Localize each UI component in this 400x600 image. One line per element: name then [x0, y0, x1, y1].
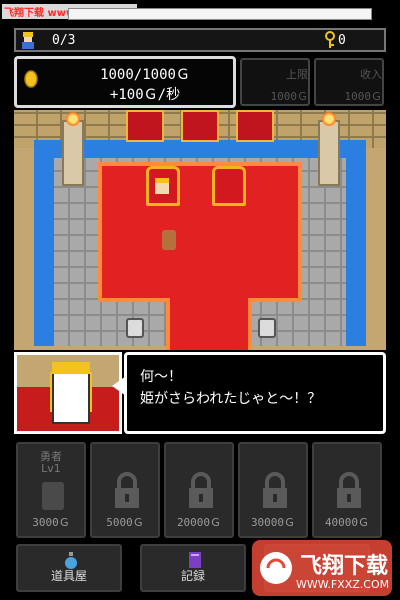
progress-bar-fill [69, 9, 371, 19]
dialog-line-2: 姫がさらわれたじゃと～！？ [140, 391, 322, 407]
hero-price: 40000Ｇ [324, 516, 370, 529]
knight-guard-right [258, 318, 276, 338]
upgrade-capacity-cost: 1000Ｇ [270, 90, 309, 103]
empty-throne [212, 166, 246, 206]
king-face [52, 368, 90, 424]
upgrade-income-label: 收入 [360, 68, 382, 81]
watermark-url: WWW.FXXZ.COM [296, 578, 390, 591]
lock-icon [337, 472, 361, 508]
dialog-line-1: 何～！ [140, 369, 182, 385]
hero-slot-1[interactable]: 勇者 Lv1 3000Ｇ [16, 442, 86, 538]
item-shop-label: 道具屋 [50, 569, 87, 583]
hero-price: 5000Ｇ [106, 516, 144, 529]
red-carpet [98, 162, 302, 302]
key-count: 0 [338, 33, 346, 48]
gold-coin-icon [24, 70, 38, 88]
upgrade-income-cost: 1000Ｇ [344, 90, 383, 103]
hero-price: 30000Ｇ [250, 516, 296, 529]
records-button[interactable]: 記録 [140, 544, 246, 592]
king-sprite [155, 178, 169, 194]
knight-guard-left [126, 318, 144, 338]
watermark-title: 飞翔下载 [300, 554, 389, 579]
hero-count: 0/3 [52, 33, 76, 48]
hero-level: Lv1 [41, 462, 61, 475]
records-label: 記録 [180, 569, 205, 583]
progress-bar [68, 8, 372, 20]
throne-room-scene [14, 110, 386, 350]
lock-icon [115, 472, 139, 508]
crown-icon [52, 362, 90, 374]
royal-banner [181, 110, 219, 142]
player-sprite [162, 230, 176, 250]
royal-banner [236, 110, 274, 142]
torch-icon [65, 112, 81, 126]
hero-price: 3000Ｇ [32, 516, 70, 529]
upgrade-income-button[interactable]: 收入 1000Ｇ [314, 58, 384, 106]
lock-icon [189, 472, 213, 508]
gold-amount: 1000/1000Ｇ [100, 67, 190, 83]
carpet-aisle [166, 298, 252, 350]
item-shop-button[interactable]: 道具屋 [16, 544, 122, 592]
upgrade-capacity-button[interactable]: 上限 1000Ｇ [240, 58, 310, 106]
hero-sprite [42, 482, 64, 510]
upgrade-capacity-label: 上限 [286, 68, 308, 81]
left-pillar [62, 120, 84, 186]
lock-icon [263, 472, 287, 508]
hero-count-icon [22, 32, 34, 49]
right-pillar [318, 120, 340, 186]
hero-slot-3[interactable]: 20000Ｇ [164, 442, 234, 538]
hero-slot-4[interactable]: 30000Ｇ [238, 442, 308, 538]
torch-icon [321, 112, 337, 126]
key-icon [325, 31, 335, 48]
gold-rate: +100Ｇ/秒 [109, 87, 181, 103]
hero-slot-2[interactable]: 5000Ｇ [90, 442, 160, 538]
hero-price: 20000Ｇ [176, 516, 222, 529]
hero-slot-5[interactable]: 40000Ｇ [312, 442, 382, 538]
royal-banner [126, 110, 164, 142]
